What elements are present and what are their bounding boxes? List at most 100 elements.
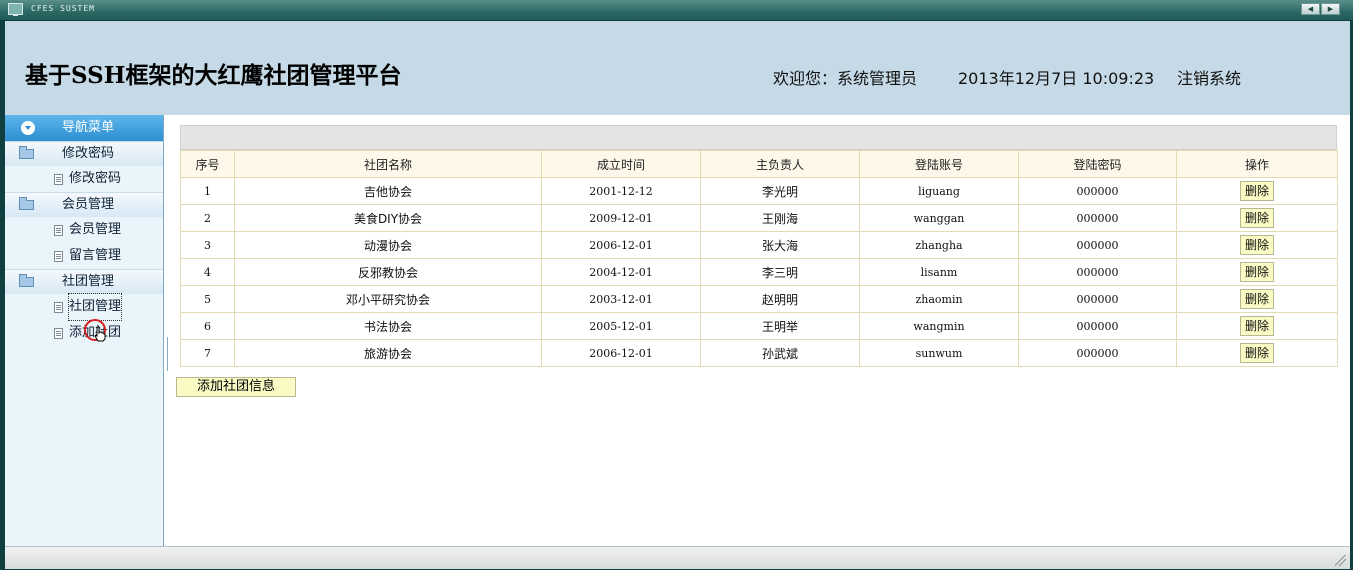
prev-arrow-icon[interactable]: ◀ [1301, 3, 1320, 15]
club-table: 序号 社团名称 成立时间 主负责人 登陆账号 登陆密码 操作 1 吉他协会 20… [180, 150, 1338, 367]
table-header-row: 序号 社团名称 成立时间 主负责人 登陆账号 登陆密码 操作 [180, 150, 1338, 178]
sidebar-item-member-management[interactable]: 会员管理 [5, 217, 163, 243]
cell-password: 000000 [1018, 177, 1177, 205]
page-header: 基于SSH框架的大红鹰社团管理平台 欢迎您：系统管理员 2013年12月7日 1… [5, 21, 1350, 115]
cell-date: 2004-12-01 [541, 258, 701, 286]
column-header: 登陆密码 [1018, 150, 1177, 178]
cell-leader: 王刚海 [700, 204, 860, 232]
cell-password: 000000 [1018, 231, 1177, 259]
delete-button[interactable]: 删除 [1240, 262, 1274, 282]
table-caption-bar [180, 125, 1337, 150]
sidebar-group-clubs[interactable]: 社团管理 [5, 269, 163, 294]
delete-button[interactable]: 删除 [1240, 181, 1274, 201]
app-frame: 基于SSH框架的大红鹰社团管理平台 欢迎您：系统管理员 2013年12月7日 1… [3, 21, 1352, 569]
sidebar-item-change-password[interactable]: 修改密码 [5, 166, 163, 192]
cell-id: 6 [180, 312, 235, 340]
cell-account: zhangha [859, 231, 1019, 259]
welcome-text: 欢迎您：系统管理员 [773, 69, 918, 88]
table-row: 1 吉他协会 2001-12-12 李光明 liguang 000000 删除 [180, 177, 1338, 205]
monitor-icon [8, 3, 23, 16]
delete-button[interactable]: 删除 [1240, 235, 1274, 255]
table-row: 5 邓小平研究协会 2003-12-01 赵明明 zhaomin 000000 … [180, 285, 1338, 313]
cell-account: lisanm [859, 258, 1019, 286]
table-row: 2 美食DIY协会 2009-12-01 王刚海 wanggan 000000 … [180, 204, 1338, 232]
sidebar-item-label: 会员管理 [69, 222, 122, 237]
cell-leader: 王明举 [700, 312, 860, 340]
cell-leader: 李光明 [700, 177, 860, 205]
cell-account: wangmin [859, 312, 1019, 340]
cell-name: 吉他协会 [234, 177, 542, 205]
document-icon [54, 174, 63, 185]
window-titlebar: CFES SUSTEM ◀ ▶ [0, 0, 1353, 21]
sidebar-group-label: 修改密码 [62, 146, 115, 161]
table-row: 4 反邪教协会 2004-12-01 李三明 lisanm 000000 删除 [180, 258, 1338, 286]
cell-date: 2006-12-01 [541, 231, 701, 259]
resize-grip-icon[interactable] [1335, 555, 1346, 566]
column-header: 成立时间 [541, 150, 701, 178]
folder-icon [19, 197, 34, 210]
main-content: 序号 社团名称 成立时间 主负责人 登陆账号 登陆密码 操作 1 吉他协会 20… [180, 125, 1338, 367]
datetime-text: 2013年12月7日 10:09:23 [958, 69, 1155, 88]
window-title: CFES SUSTEM [31, 4, 95, 13]
logout-link[interactable]: 注销系统 [1177, 65, 1241, 89]
delete-button[interactable]: 删除 [1240, 289, 1274, 309]
cell-action: 删除 [1176, 285, 1338, 313]
document-icon [54, 251, 63, 262]
cell-password: 000000 [1018, 258, 1177, 286]
document-icon [54, 225, 63, 236]
table-row: 7 旅游协会 2006-12-01 孙武斌 sunwum 000000 删除 [180, 339, 1338, 367]
sidebar-item-label: 留言管理 [69, 248, 122, 263]
cell-name: 反邪教协会 [234, 258, 542, 286]
table-row: 3 动漫协会 2006-12-01 张大海 zhangha 000000 删除 [180, 231, 1338, 259]
cell-leader: 李三明 [700, 258, 860, 286]
cell-leader: 孙武斌 [700, 339, 860, 367]
status-bar [5, 546, 1350, 569]
cell-name: 动漫协会 [234, 231, 542, 259]
collapse-icon[interactable] [21, 121, 35, 135]
nav-menu-header[interactable]: 导航菜单 [5, 115, 163, 141]
delete-button[interactable]: 删除 [1240, 208, 1274, 228]
cell-name: 美食DIY协会 [234, 204, 542, 232]
cell-leader: 赵明明 [700, 285, 860, 313]
hand-cursor-icon [94, 326, 106, 342]
sidebar-group-label: 会员管理 [62, 197, 115, 212]
document-icon [54, 302, 63, 313]
delete-button[interactable]: 删除 [1240, 343, 1274, 363]
next-arrow-icon[interactable]: ▶ [1321, 3, 1340, 15]
add-club-button[interactable]: 添加社团信息 [176, 377, 296, 397]
folder-icon [19, 146, 34, 159]
window-nav: ◀ ▶ [1301, 3, 1340, 15]
cell-action: 删除 [1176, 231, 1338, 259]
document-icon [54, 328, 63, 339]
column-header: 社团名称 [234, 150, 542, 178]
sidebar-item-message-management[interactable]: 留言管理 [5, 243, 163, 269]
sidebar-splitter[interactable] [163, 337, 168, 371]
cell-id: 2 [180, 204, 235, 232]
cell-action: 删除 [1176, 177, 1338, 205]
cell-action: 删除 [1176, 339, 1338, 367]
nav-menu-label: 导航菜单 [62, 120, 115, 135]
column-header: 序号 [180, 150, 235, 178]
sidebar-group-password[interactable]: 修改密码 [5, 141, 163, 166]
cell-account: sunwum [859, 339, 1019, 367]
cell-action: 删除 [1176, 312, 1338, 340]
folder-icon [19, 274, 34, 287]
delete-button[interactable]: 删除 [1240, 316, 1274, 336]
cell-id: 5 [180, 285, 235, 313]
cell-password: 000000 [1018, 339, 1177, 367]
cell-account: zhaomin [859, 285, 1019, 313]
cell-id: 1 [180, 177, 235, 205]
sidebar-group-label: 社团管理 [62, 274, 115, 289]
cell-name: 书法协会 [234, 312, 542, 340]
cell-name: 邓小平研究协会 [234, 285, 542, 313]
column-header: 主负责人 [700, 150, 860, 178]
table-row: 6 书法协会 2005-12-01 王明举 wangmin 000000 删除 [180, 312, 1338, 340]
cell-date: 2006-12-01 [541, 339, 701, 367]
cell-id: 7 [180, 339, 235, 367]
sidebar-group-members[interactable]: 会员管理 [5, 192, 163, 217]
cell-account: wanggan [859, 204, 1019, 232]
cell-leader: 张大海 [700, 231, 860, 259]
cell-account: liguang [859, 177, 1019, 205]
sidebar-item-club-management[interactable]: 社团管理 [5, 293, 163, 321]
column-header: 登陆账号 [859, 150, 1019, 178]
